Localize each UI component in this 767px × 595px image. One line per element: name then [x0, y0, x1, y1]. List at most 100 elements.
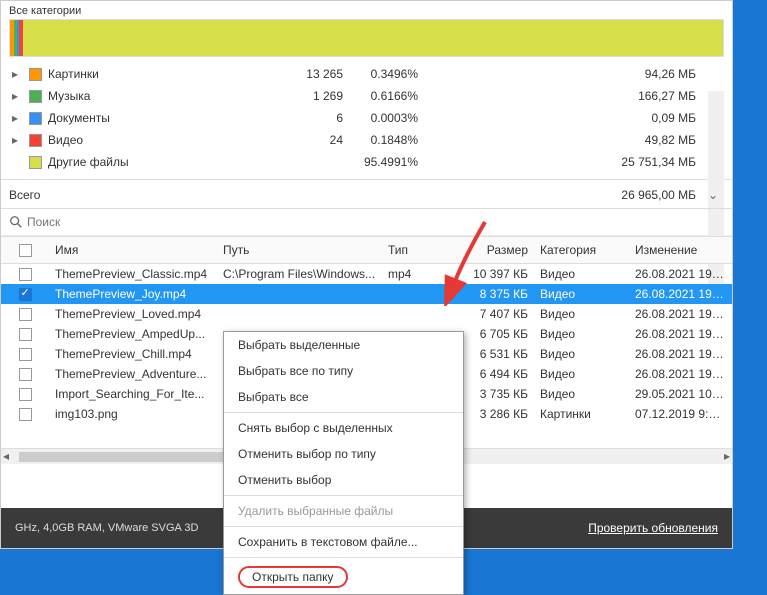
- category-list: ▸ Картинки 13 265 0.3496% 94,26 МБ▸ Музы…: [1, 59, 732, 177]
- category-name: Другие файлы: [48, 155, 293, 169]
- scroll-right-icon[interactable]: ▸: [724, 449, 730, 463]
- col-path[interactable]: Путь: [217, 243, 382, 257]
- cell-date: 26.08.2021 19:11:41: [629, 347, 732, 361]
- col-type[interactable]: Тип: [382, 243, 444, 257]
- check-updates-link[interactable]: Проверить обновления: [588, 521, 718, 535]
- scroll-left-icon[interactable]: ◂: [3, 449, 9, 463]
- cell-type: mp4: [382, 267, 444, 281]
- color-swatch: [29, 156, 42, 169]
- cell-date: 26.08.2021 19:11:42: [629, 267, 732, 281]
- row-checkbox[interactable]: [1, 348, 49, 361]
- cell-date: 26.08.2021 19:11:44: [629, 307, 732, 321]
- category-name: Музыка: [48, 89, 293, 103]
- category-row[interactable]: ▸ Документы 6 0.0003% 0,09 МБ: [1, 107, 732, 129]
- row-checkbox[interactable]: [1, 308, 49, 321]
- cell-category: Видео: [534, 347, 629, 361]
- col-date[interactable]: Изменение: [629, 243, 732, 257]
- cell-date: 29.05.2021 10:35:22: [629, 387, 732, 401]
- all-categories-label: Все категории: [9, 5, 724, 17]
- row-checkbox[interactable]: [1, 408, 49, 421]
- cell-category: Видео: [534, 287, 629, 301]
- ctx-deselect-all[interactable]: Отменить выбор: [224, 467, 463, 493]
- cell-category: Картинки: [534, 407, 629, 421]
- table-row[interactable]: ThemePreview_Loved.mp4 7 407 КБ Видео 26…: [1, 304, 732, 324]
- table-header: Имя Путь Тип Размер Категория Изменение: [1, 236, 732, 264]
- cell-name: ThemePreview_Adventure...: [49, 367, 217, 381]
- cell-date: 26.08.2021 19:11:10: [629, 327, 732, 341]
- row-checkbox[interactable]: [1, 268, 49, 281]
- expand-icon[interactable]: ▸: [9, 67, 21, 81]
- category-count: 6: [293, 111, 343, 125]
- search-row: [1, 209, 732, 236]
- search-icon: [9, 215, 23, 229]
- category-size: 49,82 МБ: [645, 133, 696, 147]
- total-expand-icon[interactable]: ⌄: [708, 188, 718, 202]
- cell-category: Видео: [534, 307, 629, 321]
- cell-name: ThemePreview_Chill.mp4: [49, 347, 217, 361]
- cell-date: 07.12.2019 9:08:05: [629, 407, 732, 421]
- category-row[interactable]: ▸ Картинки 13 265 0.3496% 94,26 МБ: [1, 63, 732, 85]
- cell-size: 7 407 КБ: [444, 307, 534, 321]
- ctx-open-folder[interactable]: Открыть папку: [224, 560, 463, 594]
- expand-icon[interactable]: ▸: [9, 89, 21, 103]
- table-row[interactable]: ThemePreview_Joy.mp4 8 375 КБ Видео 26.0…: [1, 284, 732, 304]
- cell-category: Видео: [534, 367, 629, 381]
- cell-category: Видео: [534, 387, 629, 401]
- category-pct: 0.1848%: [343, 133, 418, 147]
- category-row[interactable]: Другие файлы 95.4991% 25 751,34 МБ: [1, 151, 732, 173]
- cell-category: Видео: [534, 327, 629, 341]
- category-pct: 0.3496%: [343, 67, 418, 81]
- ctx-select-all-type[interactable]: Выбрать все по типу: [224, 358, 463, 384]
- ctx-deselect-type[interactable]: Отменить выбор по типу: [224, 441, 463, 467]
- row-checkbox[interactable]: [1, 368, 49, 381]
- cell-name: Import_Searching_For_Ite...: [49, 387, 217, 401]
- table-row[interactable]: ThemePreview_Classic.mp4 C:\Program File…: [1, 264, 732, 284]
- category-count: 24: [293, 133, 343, 147]
- col-name[interactable]: Имя: [49, 243, 217, 257]
- col-category[interactable]: Категория: [534, 243, 629, 257]
- cell-name: ThemePreview_Loved.mp4: [49, 307, 217, 321]
- cell-category: Видео: [534, 267, 629, 281]
- category-pct: 95.4991%: [343, 155, 418, 169]
- row-checkbox[interactable]: [1, 328, 49, 341]
- expand-icon[interactable]: ▸: [9, 111, 21, 125]
- cell-name: ThemePreview_Joy.mp4: [49, 287, 217, 301]
- ctx-delete-selected: Удалить выбранные файлы: [224, 498, 463, 524]
- category-row[interactable]: ▸ Музыка 1 269 0.6166% 166,27 МБ: [1, 85, 732, 107]
- search-input[interactable]: [27, 215, 724, 229]
- context-menu: Выбрать выделенные Выбрать все по типу В…: [223, 331, 464, 595]
- ctx-deselect-highlighted[interactable]: Снять выбор с выделенных: [224, 415, 463, 441]
- category-name: Видео: [48, 133, 293, 147]
- color-swatch: [29, 68, 42, 81]
- color-swatch: [29, 112, 42, 125]
- category-count: 13 265: [293, 67, 343, 81]
- category-size: 25 751,34 МБ: [621, 155, 696, 169]
- category-count: 1 269: [293, 89, 343, 103]
- ctx-save-txt[interactable]: Сохранить в текстовом файле...: [224, 529, 463, 555]
- category-name: Картинки: [48, 67, 293, 81]
- row-checkbox[interactable]: [1, 288, 49, 301]
- cell-name: ThemePreview_AmpedUp...: [49, 327, 217, 341]
- cell-path: C:\Program Files\Windows...: [217, 267, 382, 281]
- category-size: 94,26 МБ: [645, 67, 696, 81]
- col-size[interactable]: Размер: [444, 243, 534, 257]
- expand-icon[interactable]: ▸: [9, 133, 21, 147]
- cell-date: 26.08.2021 19:11:43: [629, 287, 732, 301]
- total-row: Всего 26 965,00 МБ ⌄: [1, 182, 732, 209]
- total-label: Всего: [9, 188, 724, 202]
- header-checkbox[interactable]: [1, 244, 49, 257]
- color-swatch: [29, 134, 42, 147]
- ctx-select-highlighted[interactable]: Выбрать выделенные: [224, 332, 463, 358]
- category-pct: 0.0003%: [343, 111, 418, 125]
- category-bar: [9, 19, 724, 57]
- ctx-select-all[interactable]: Выбрать все: [224, 384, 463, 410]
- cell-size: 8 375 КБ: [444, 287, 534, 301]
- row-checkbox[interactable]: [1, 388, 49, 401]
- cell-name: img103.png: [49, 407, 217, 421]
- category-size: 166,27 МБ: [638, 89, 696, 103]
- cell-size: 10 397 КБ: [444, 267, 534, 281]
- category-size: 0,09 МБ: [651, 111, 696, 125]
- cell-date: 26.08.2021 19:11:39: [629, 367, 732, 381]
- category-row[interactable]: ▸ Видео 24 0.1848% 49,82 МБ: [1, 129, 732, 151]
- cell-name: ThemePreview_Classic.mp4: [49, 267, 217, 281]
